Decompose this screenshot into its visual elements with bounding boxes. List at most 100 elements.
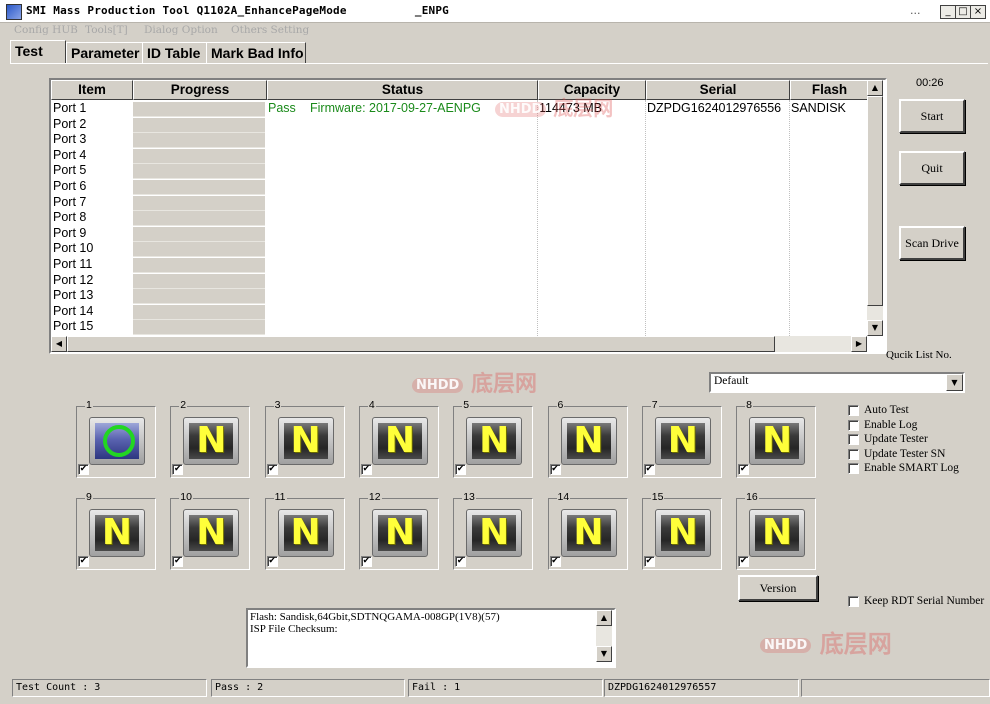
- version-button[interactable]: Version: [738, 575, 818, 601]
- scroll-right-icon[interactable]: ▶: [851, 336, 867, 352]
- port-enable-checkbox[interactable]: ✔: [643, 556, 655, 567]
- row-item-label: Port 2: [53, 116, 87, 131]
- memo-scrollbar[interactable]: ▲ ▼: [596, 610, 612, 662]
- port-tile-8[interactable]: 8 N ✔: [736, 399, 817, 478]
- menu-config-hub[interactable]: Config HUB: [14, 24, 78, 36]
- column-progress[interactable]: Progress: [133, 80, 267, 100]
- port-number: 8: [745, 399, 753, 411]
- no-device-icon: N: [277, 417, 334, 465]
- port-enable-checkbox[interactable]: ✔: [266, 464, 278, 475]
- checkbox-icon[interactable]: [848, 595, 859, 607]
- port-enable-checkbox[interactable]: ✔: [172, 556, 184, 567]
- port-tile-10[interactable]: 10 N ✔: [170, 491, 251, 570]
- horizontal-scrollbar[interactable]: ◀ ▶: [51, 336, 867, 352]
- port-enable-checkbox[interactable]: ✔: [455, 464, 467, 475]
- port-tile-1[interactable]: 1 ✔: [76, 399, 156, 478]
- port-tile-7[interactable]: 7 N ✔: [641, 399, 722, 478]
- horizontal-scroll-thumb[interactable]: [67, 336, 775, 352]
- column-serial[interactable]: Serial: [646, 80, 790, 100]
- checkbox-icon[interactable]: [848, 419, 859, 431]
- checkbox-icon[interactable]: [848, 462, 859, 474]
- scroll-down-icon[interactable]: ▼: [867, 320, 883, 336]
- no-device-icon: N: [749, 509, 806, 557]
- memo-line-checksum: ISP File Checksum:: [250, 623, 338, 635]
- port-enable-checkbox[interactable]: ✔: [549, 464, 561, 475]
- port-tile-12[interactable]: 12 N ✔: [358, 491, 439, 570]
- row-status-result: Pass: [268, 101, 296, 115]
- no-device-icon: N: [277, 509, 334, 557]
- row-item-label: Port 5: [53, 163, 87, 178]
- quit-button[interactable]: Quit: [899, 151, 965, 185]
- minimize-button[interactable]: _: [940, 5, 956, 19]
- checkbox-icon[interactable]: [848, 448, 859, 460]
- port-enable-checkbox[interactable]: ✔: [549, 556, 561, 567]
- column-item[interactable]: Item: [51, 80, 133, 100]
- no-device-icon: N: [560, 509, 617, 557]
- quick-list-select[interactable]: Default ▼: [709, 372, 965, 393]
- option-update-tester[interactable]: Update Tester: [848, 433, 928, 445]
- info-memo[interactable]: Flash: Sandisk,64Gbit,SDTNQGAMA-008GP(1V…: [246, 608, 616, 668]
- port-enable-checkbox[interactable]: ✔: [360, 464, 372, 475]
- port-enable-checkbox[interactable]: ✔: [78, 464, 89, 475]
- port-tile-3[interactable]: 3 N ✔: [264, 399, 345, 478]
- port-tile-14[interactable]: 14 N ✔: [547, 491, 628, 570]
- port-tile-13[interactable]: 13 N ✔: [453, 491, 534, 570]
- option-update-tester-sn[interactable]: Update Tester SN: [848, 448, 945, 460]
- row-item-label: Port 6: [53, 179, 87, 193]
- port-tile-2[interactable]: 2 N ✔: [170, 399, 251, 478]
- tab-test[interactable]: Test: [10, 40, 66, 64]
- close-button[interactable]: ×: [970, 5, 986, 19]
- port-tile-16[interactable]: 16 N ✔: [736, 491, 817, 570]
- port-tile-15[interactable]: 15 N ✔: [641, 491, 722, 570]
- scan-drive-button[interactable]: Scan Drive: [899, 226, 965, 260]
- row-item-label: Port 8: [53, 210, 87, 225]
- port-enable-checkbox[interactable]: ✔: [738, 556, 750, 567]
- port-tile-9[interactable]: 9 N ✔: [76, 491, 156, 570]
- port-enable-checkbox[interactable]: ✔: [78, 556, 89, 567]
- port-tile-5[interactable]: 5 N ✔: [453, 399, 534, 478]
- port-tile-11[interactable]: 11 N ✔: [264, 491, 345, 570]
- port-state-letter: N: [101, 512, 133, 553]
- tab-id-table[interactable]: ID Table: [142, 42, 208, 63]
- checkbox-icon[interactable]: [848, 404, 859, 416]
- checkbox-icon[interactable]: [848, 433, 859, 445]
- tab-mark-bad-info[interactable]: Mark Bad Info: [206, 42, 306, 63]
- port-enable-checkbox[interactable]: ✔: [266, 556, 278, 567]
- port-enable-checkbox[interactable]: ✔: [643, 464, 655, 475]
- menu-dialog-option[interactable]: Dialog Option: [144, 24, 218, 36]
- port-state-letter: N: [196, 420, 227, 461]
- scroll-left-icon[interactable]: ◀: [51, 336, 67, 352]
- option-enable-log[interactable]: Enable Log: [848, 419, 917, 431]
- port-tile-6[interactable]: 6 N ✔: [547, 399, 628, 478]
- scroll-up-icon[interactable]: ▲: [596, 610, 612, 626]
- row-flash: SANDISK: [791, 101, 846, 115]
- maximize-button[interactable]: □: [955, 5, 971, 19]
- port-number: 13: [462, 491, 476, 503]
- row-item-label: Port 13: [53, 288, 94, 303]
- port-enable-checkbox[interactable]: ✔: [360, 556, 372, 567]
- tab-parameter[interactable]: Parameter: [66, 42, 144, 63]
- scroll-down-icon[interactable]: ▼: [596, 646, 612, 662]
- progress-bar: [133, 226, 265, 242]
- column-flash[interactable]: Flash: [790, 80, 869, 100]
- menu-tools[interactable]: Tools[T]: [85, 24, 128, 36]
- start-button[interactable]: Start: [899, 99, 965, 133]
- scroll-up-icon[interactable]: ▲: [867, 80, 883, 96]
- dropdown-arrow-icon[interactable]: ▼: [946, 374, 963, 391]
- port-enable-checkbox[interactable]: ✔: [738, 464, 750, 475]
- option-enable-smart-log[interactable]: Enable SMART Log: [848, 462, 959, 474]
- option-auto-test[interactable]: Auto Test: [848, 404, 909, 416]
- option-keep-rdt-serial[interactable]: Keep RDT Serial Number: [848, 595, 984, 607]
- port-enable-checkbox[interactable]: ✔: [455, 556, 467, 567]
- watermark: NHDD 底层网: [760, 624, 892, 659]
- progress-bar: [133, 258, 265, 273]
- menu-others-setting[interactable]: Others Setting: [231, 24, 309, 36]
- progress-bar: [133, 273, 265, 289]
- vertical-scrollbar[interactable]: ▲ ▼: [867, 80, 883, 336]
- vertical-scroll-thumb[interactable]: [867, 96, 883, 306]
- port-state-letter: N: [762, 512, 793, 553]
- port-enable-checkbox[interactable]: ✔: [172, 464, 184, 475]
- port-tile-4[interactable]: 4 N ✔: [358, 399, 439, 478]
- row-item-label: Port 15: [53, 319, 94, 334]
- status-empty: [801, 679, 990, 697]
